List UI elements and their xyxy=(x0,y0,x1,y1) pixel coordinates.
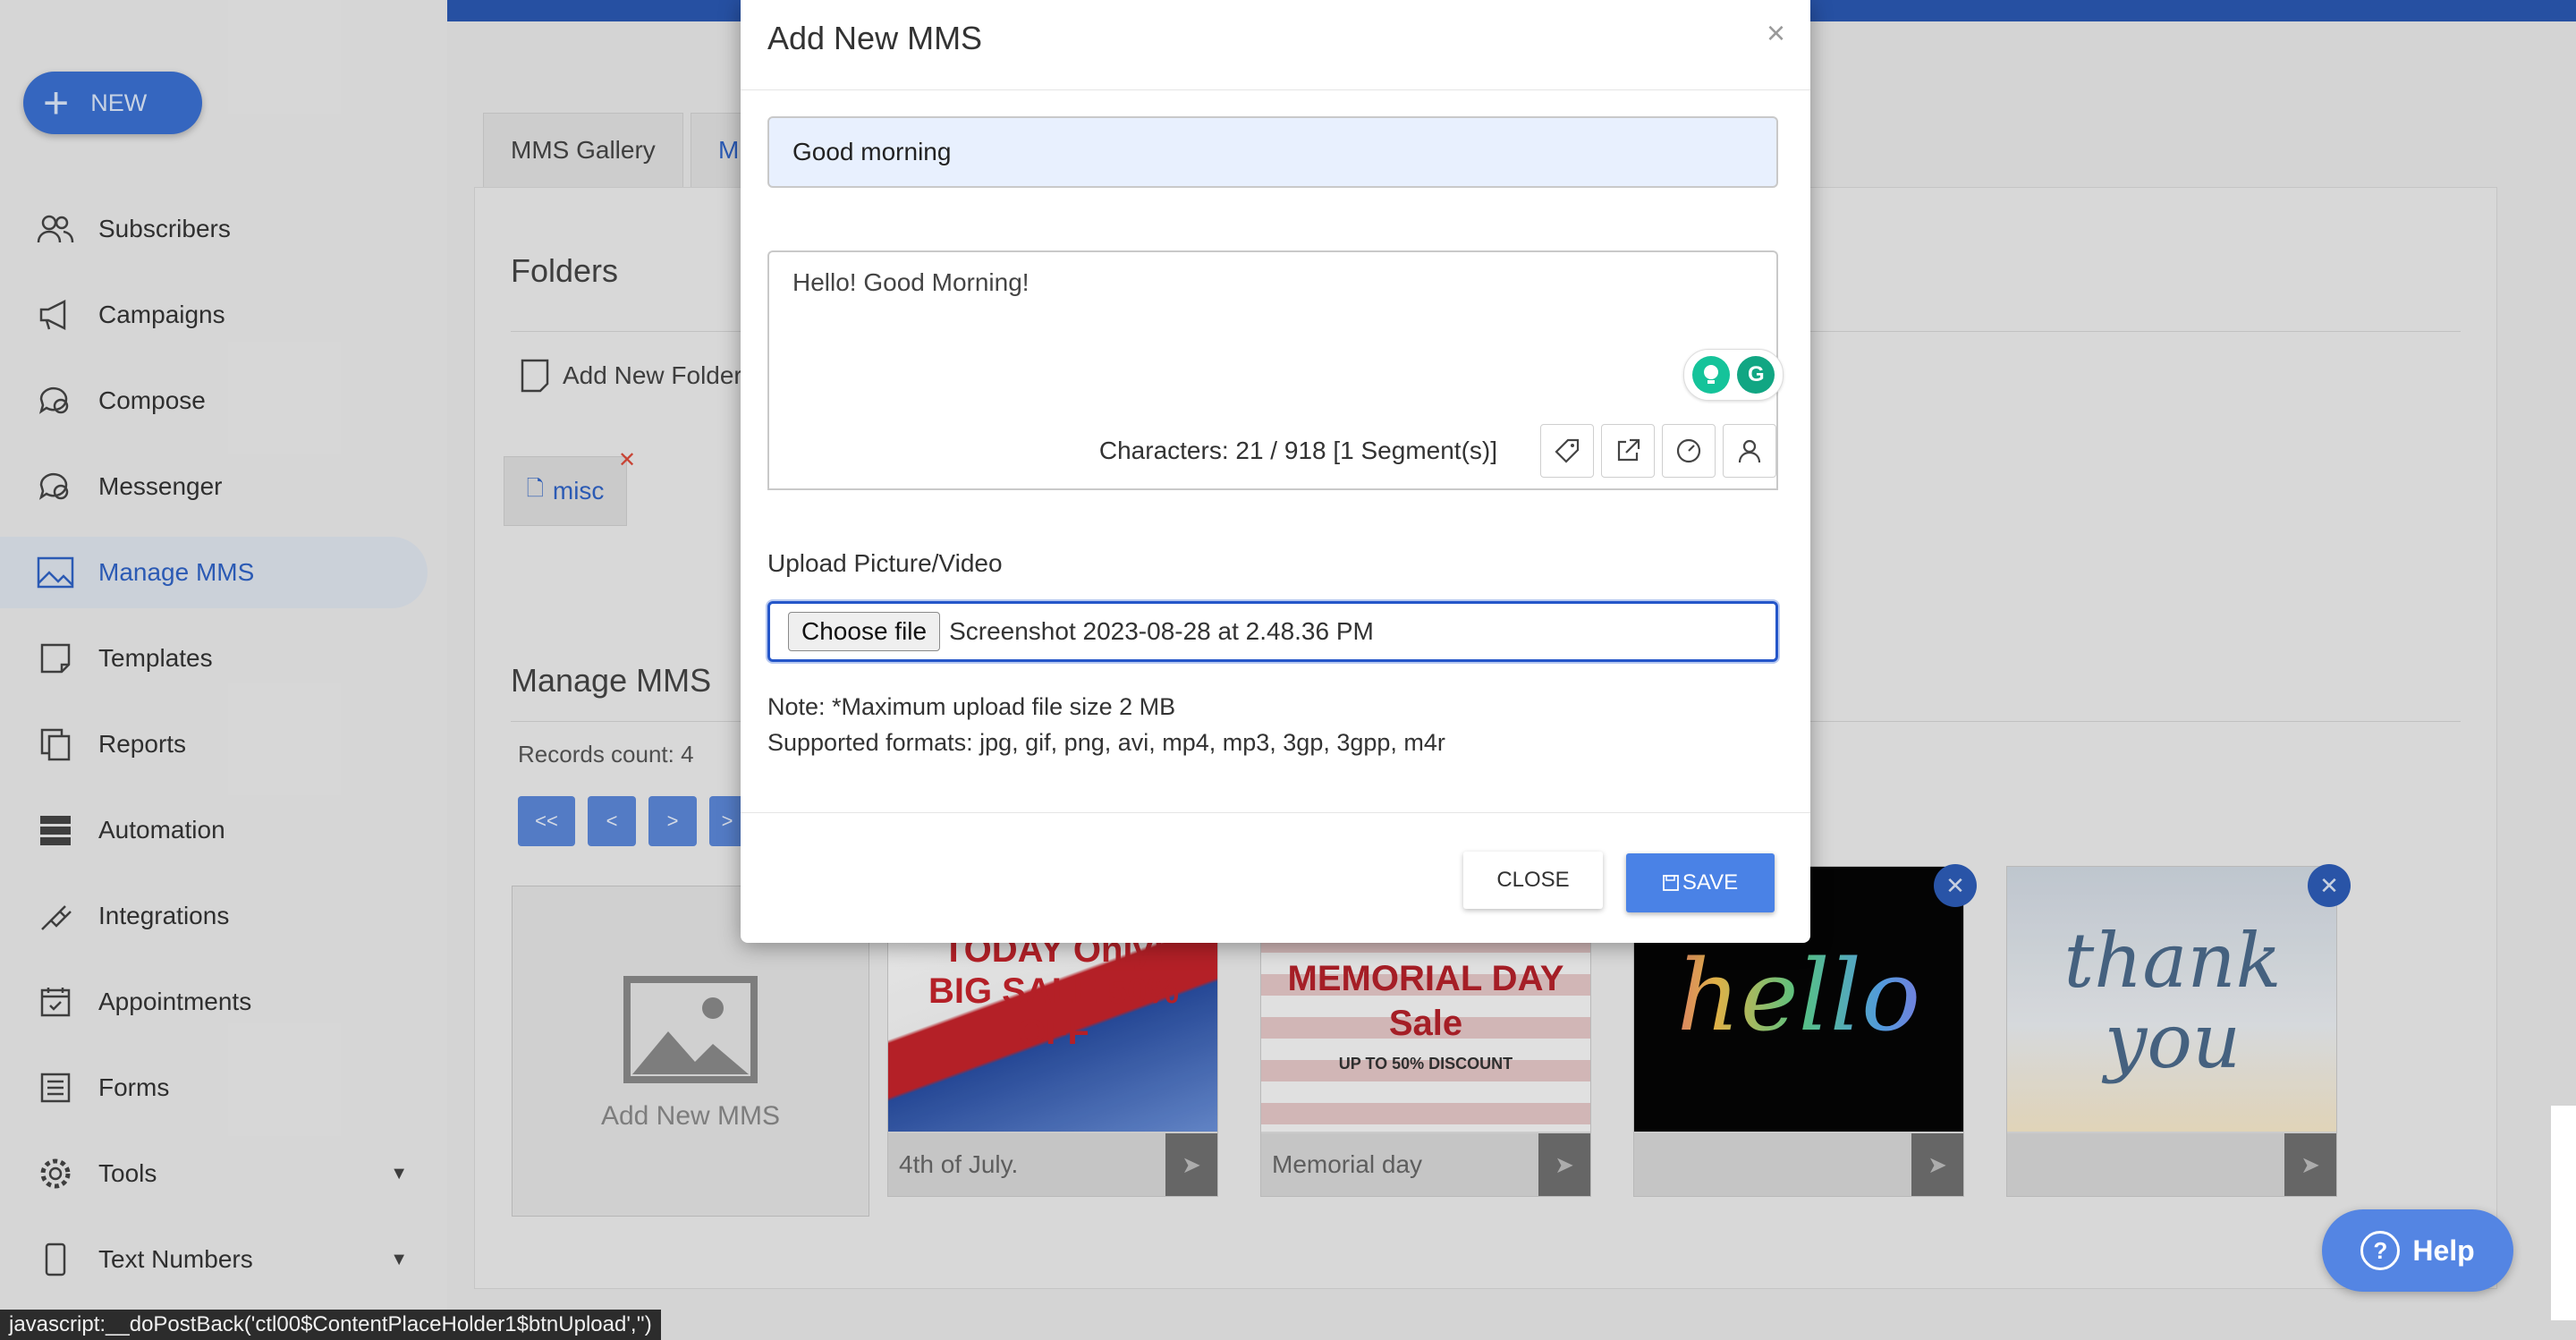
speedometer-icon[interactable] xyxy=(1662,424,1716,478)
grammarly-widget[interactable]: G xyxy=(1683,349,1784,401)
subject-input[interactable]: Good morning xyxy=(767,116,1778,188)
save-label: SAVE xyxy=(1682,870,1739,895)
user-icon[interactable] xyxy=(1723,424,1776,478)
close-button[interactable]: CLOSE xyxy=(1463,852,1603,909)
grammarly-icon[interactable]: G xyxy=(1737,356,1775,394)
save-button[interactable]: SAVE xyxy=(1626,853,1775,912)
choose-file-button[interactable]: Choose file xyxy=(788,612,941,651)
selected-file-name: Screenshot 2023-08-28 at 2.48.36 PM xyxy=(949,617,1374,645)
status-bar-url: javascript:__doPostBack('ctl00$ContentPl… xyxy=(0,1310,661,1340)
external-link-icon[interactable] xyxy=(1601,424,1655,478)
note-formats: Supported formats: jpg, gif, png, avi, m… xyxy=(767,729,1445,756)
message-textarea[interactable]: Hello! Good Morning! G xyxy=(767,250,1784,419)
add-mms-modal: Add New MMS × Good morning Hello! Good M… xyxy=(741,0,1810,943)
question-icon: ? xyxy=(2360,1231,2401,1270)
file-upload-input[interactable]: Choose file Screenshot 2023-08-28 at 2.4… xyxy=(767,601,1778,662)
scrollbar-track[interactable] xyxy=(2551,1106,2576,1320)
upload-note: Note: *Maximum upload file size 2 MB Sup… xyxy=(767,689,1445,760)
floppy-disk-icon xyxy=(1662,875,1679,891)
help-label: Help xyxy=(2412,1234,2475,1267)
modal-header: Add New MMS × xyxy=(741,0,1810,90)
lightbulb-icon[interactable] xyxy=(1691,356,1730,394)
modal-title: Add New MMS xyxy=(767,20,983,56)
character-count: Characters: 21 / 918 [1 Segment(s)] xyxy=(1098,437,1497,464)
tag-icon[interactable] xyxy=(1540,424,1594,478)
upload-label: Upload Picture/Video xyxy=(767,549,1003,577)
close-icon[interactable]: × xyxy=(1767,14,1785,52)
message-toolbar: Characters: 21 / 918 [1 Segment(s)] xyxy=(767,417,1778,490)
message-text: Hello! Good Morning! xyxy=(792,268,1030,296)
note-size: Note: *Maximum upload file size 2 MB xyxy=(767,693,1176,720)
help-button[interactable]: ? Help xyxy=(2322,1209,2513,1292)
modal-footer-divider xyxy=(741,812,1810,813)
